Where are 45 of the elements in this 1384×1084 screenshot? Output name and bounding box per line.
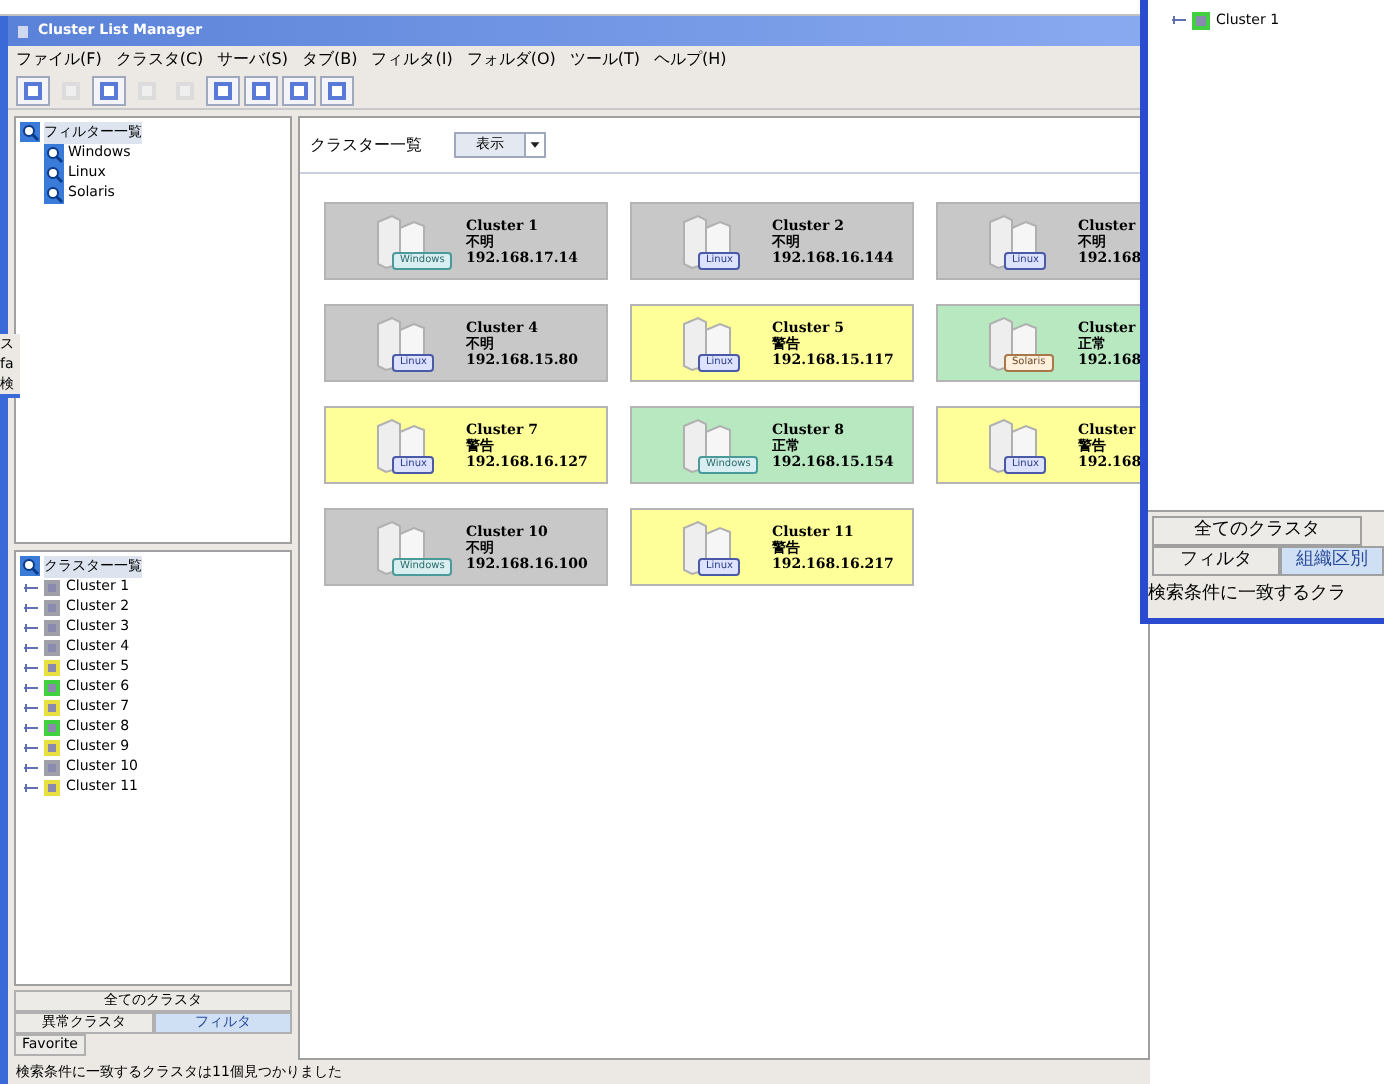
key-icon (24, 763, 38, 771)
key-icon (24, 583, 38, 591)
menu-item[interactable]: サーバ(S) (217, 52, 288, 68)
menu-item[interactable]: フィルタ(I) (371, 52, 453, 68)
square-icon (250, 80, 272, 102)
content-title: クラスター一覧 (310, 133, 422, 157)
status-text: 検索条件に一致するクラ (1148, 585, 1346, 603)
menu-item[interactable]: ツール(T) (569, 52, 641, 68)
tab[interactable]: 全てのクラスタ (1152, 516, 1362, 546)
square-icon (288, 80, 310, 102)
menu-item[interactable]: フォルダ(O) (466, 52, 556, 68)
cluster-icon (1192, 11, 1210, 30)
search-icon (20, 556, 40, 577)
app-icon (16, 23, 30, 39)
search-icon (44, 143, 64, 163)
key-icon (24, 683, 38, 691)
square-icon (212, 80, 234, 102)
square-icon (326, 80, 348, 102)
caret-icon (524, 134, 544, 156)
toolbar-button[interactable] (320, 76, 354, 106)
toolbar-button[interactable] (206, 76, 240, 106)
key-icon (1172, 16, 1186, 25)
toolbar-button[interactable] (16, 76, 50, 106)
menu-item[interactable]: タブ(B) (302, 52, 358, 68)
square-icon (22, 80, 44, 102)
toolbar-button[interactable] (282, 76, 316, 106)
search-icon (20, 122, 40, 143)
toolbar-button[interactable] (244, 76, 278, 106)
key-icon (24, 603, 38, 611)
search-icon (44, 163, 64, 183)
key-icon (24, 743, 38, 751)
search-icon (44, 183, 64, 203)
menu-item[interactable]: ヘルプ(H) (654, 52, 727, 68)
menu-item[interactable]: ファイル(F) (16, 52, 102, 68)
toolbar-button[interactable] (92, 76, 126, 106)
square-icon (98, 80, 120, 102)
key-icon (24, 783, 38, 791)
key-icon (24, 663, 38, 671)
tab[interactable]: 組織区別 (1280, 546, 1384, 576)
key-icon (24, 703, 38, 711)
menu-item[interactable]: クラスタ(C) (115, 52, 204, 68)
tab[interactable]: フィルタ (1152, 546, 1280, 576)
key-icon (24, 623, 38, 631)
key-icon (24, 723, 38, 731)
key-icon (24, 643, 38, 651)
